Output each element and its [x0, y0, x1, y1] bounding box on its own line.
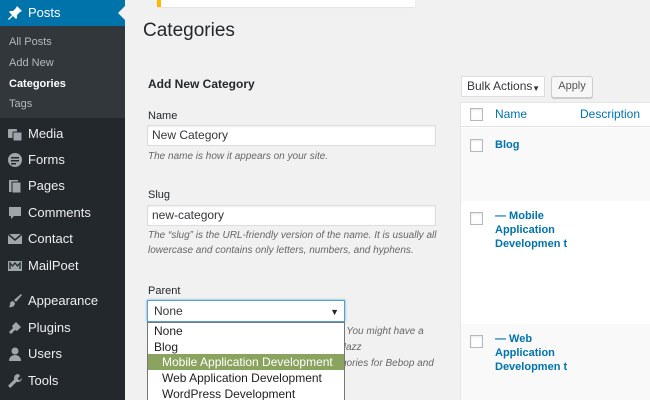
- menu-pages-label: Pages: [28, 178, 65, 193]
- menu-comments-label: Comments: [28, 205, 91, 220]
- menu-contact-label: Contact: [28, 231, 73, 246]
- parent-select[interactable]: None ▼: [147, 300, 345, 322]
- column-name[interactable]: Name: [495, 107, 527, 121]
- pages-icon: [7, 178, 23, 194]
- slug-input[interactable]: new-category: [147, 205, 436, 226]
- submenu-add-new[interactable]: Add New: [9, 56, 54, 70]
- parent-option-blog[interactable]: Blog: [148, 339, 344, 355]
- menu-media[interactable]: Media: [0, 121, 125, 147]
- parent-option-none[interactable]: None: [148, 323, 344, 339]
- menu-comments[interactable]: Comments: [0, 200, 125, 226]
- contact-icon: [7, 231, 23, 247]
- menu-appearance-label: Appearance: [28, 293, 99, 308]
- parent-label: Parent: [148, 285, 181, 297]
- parent-dropdown-list: None Blog Mobile Application Development…: [147, 322, 345, 400]
- users-icon: [7, 346, 23, 362]
- menu-mailpoet[interactable]: MailPoet: [0, 253, 125, 279]
- row-checkbox[interactable]: [470, 139, 483, 152]
- tools-icon: [7, 373, 23, 389]
- mailpoet-icon: [7, 258, 23, 274]
- apply-button[interactable]: Apply: [551, 76, 593, 98]
- menu-contact[interactable]: Contact: [0, 226, 125, 252]
- menu-mailpoet-label: MailPoet: [28, 258, 79, 273]
- parent-help: . You might have a Jazz gories for Bebop…: [341, 324, 441, 372]
- menu-users[interactable]: Users: [0, 341, 125, 367]
- admin-notice: [157, 0, 415, 7]
- forms-icon: [7, 152, 23, 168]
- media-icon: [7, 126, 23, 142]
- submenu-all-posts[interactable]: All Posts: [9, 35, 52, 49]
- row-name-link[interactable]: Blog: [495, 138, 575, 152]
- chevron-down-icon: ▼: [532, 84, 540, 93]
- menu-pages[interactable]: Pages: [0, 173, 125, 199]
- parent-option-mobile-app-dev[interactable]: Mobile Application Development: [148, 354, 344, 370]
- name-help: The name is how it appears on your site.: [148, 151, 329, 162]
- column-description[interactable]: Description: [580, 107, 640, 121]
- menu-posts[interactable]: Posts: [0, 0, 125, 26]
- parent-help-line: gories for Bebop and: [341, 358, 434, 369]
- add-category-heading: Add New Category: [148, 77, 255, 91]
- slug-help: The “slug” is the URL-friendly version o…: [148, 230, 437, 256]
- menu-tools[interactable]: Tools: [0, 368, 125, 394]
- menu-appearance[interactable]: Appearance: [0, 288, 125, 314]
- menu-plugins[interactable]: Plugins: [0, 315, 125, 341]
- page-title: Categories: [143, 20, 235, 41]
- posts-submenu: All Posts Add New Categories Tags: [0, 26, 125, 118]
- parent-option-web-app-dev[interactable]: Web Application Development: [148, 370, 344, 386]
- name-label: Name: [148, 110, 178, 122]
- chevron-down-icon: ▼: [330, 307, 339, 317]
- table-header: Name Description: [461, 103, 650, 127]
- table-row: — Web Application Developmen t: [461, 324, 650, 400]
- name-input[interactable]: New Category: [147, 125, 436, 146]
- menu-forms[interactable]: Forms: [0, 147, 125, 173]
- bulk-actions-label: Bulk Actions: [467, 79, 533, 93]
- slug-label: Slug: [148, 189, 171, 201]
- row-name-link[interactable]: — Web Application Developmen t: [495, 332, 575, 374]
- admin-sidebar: Posts All Posts Add New Categories Tags …: [0, 0, 125, 400]
- menu-forms-label: Forms: [28, 152, 65, 167]
- submenu-categories[interactable]: Categories: [9, 77, 66, 91]
- row-name-link[interactable]: — Mobile Application Developmen t: [495, 209, 575, 251]
- submenu-tags[interactable]: Tags: [9, 97, 32, 111]
- menu-plugins-label: Plugins: [28, 320, 71, 335]
- row-checkbox[interactable]: [470, 335, 483, 348]
- parent-help-line: . You might have a Jazz: [341, 326, 424, 353]
- appearance-icon: [7, 293, 23, 309]
- row-checkbox[interactable]: [470, 212, 483, 225]
- menu-posts-label: Posts: [28, 5, 61, 20]
- current-arrow: [118, 6, 125, 20]
- comments-icon: [7, 205, 23, 221]
- bulk-actions-select[interactable]: Bulk Actions ▼: [461, 76, 545, 97]
- menu-users-label: Users: [28, 346, 62, 361]
- pushpin-icon: [7, 5, 23, 21]
- table-row: Blog: [461, 128, 650, 201]
- select-all-checkbox[interactable]: [470, 108, 483, 121]
- parent-selected-value: None: [154, 304, 183, 318]
- categories-table: Name Description Blog — Mobile Applicati…: [460, 102, 650, 400]
- parent-option-wordpress-dev[interactable]: WordPress Development: [148, 386, 344, 400]
- table-row: — Mobile Application Developmen t: [461, 201, 650, 324]
- plugins-icon: [7, 320, 23, 336]
- menu-media-label: Media: [28, 126, 64, 141]
- menu-tools-label: Tools: [28, 373, 59, 388]
